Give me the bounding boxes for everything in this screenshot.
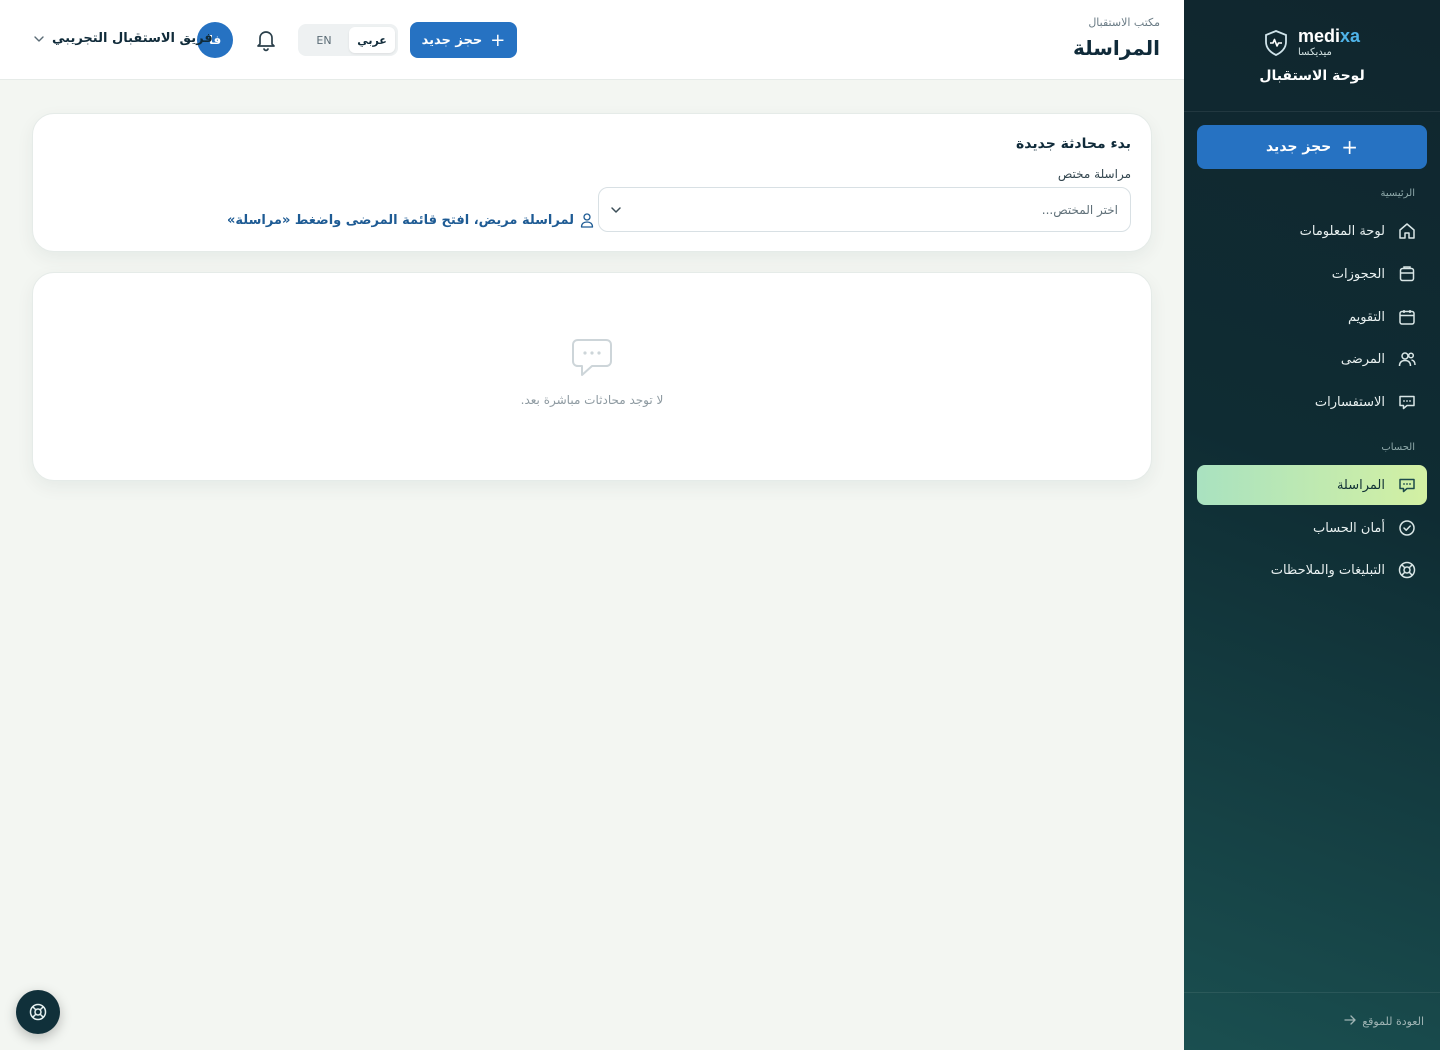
bell-icon[interactable] [254, 27, 278, 53]
conversations-card: لا توجد محادثات مباشرة بعد. [32, 272, 1152, 481]
sidebar-item-label: لوحة المعلومات [1299, 223, 1385, 239]
bookings-icon [1397, 264, 1417, 284]
patients-icon [1397, 349, 1417, 369]
start-conversation-title: بدء محادثة جديدة [1016, 136, 1131, 152]
sidebar-item-label: المراسلة [1336, 477, 1385, 493]
sidebar-item-label: الاستفسارات [1314, 394, 1385, 410]
shield-logo-icon [1265, 29, 1287, 56]
brand-logo[interactable]: medixa ميديكسا [1264, 27, 1360, 58]
chevron-down-icon[interactable] [32, 32, 46, 46]
chat-bubble-icon [572, 339, 612, 376]
sidebar-section-account: الحساب [1381, 442, 1415, 453]
sidebar-item-bookings[interactable]: الحجوزات [1197, 254, 1427, 294]
sidebar-item-messaging[interactable]: المراسلة [1197, 465, 1427, 505]
chat-icon [1397, 392, 1417, 412]
language-switcher: عربي EN [298, 24, 398, 56]
plus-icon: + [490, 29, 506, 51]
breadcrumb: مكتب الاستقبال [1088, 16, 1160, 29]
plus-icon: + [1341, 135, 1359, 159]
start-conversation-card: بدء محادثة جديدة مراسلة مختص اختر المختص… [32, 113, 1152, 252]
sidebar-item-label: التبليغات والملاحظات [1270, 562, 1385, 578]
sidebar-item-label: أمان الحساب [1313, 520, 1385, 536]
empty-state: لا توجد محادثات مباشرة بعد. [33, 337, 1151, 407]
patient-messaging-hint-text: لمراسلة مريض، افتح قائمة المرضى واضغط «م… [227, 212, 575, 228]
empty-state-text: لا توجد محادثات مباشرة بعد. [520, 393, 664, 407]
sidebar: medixa ميديكسا لوحة الاستقبال + حجز جديد… [1184, 0, 1440, 1050]
user-name[interactable]: فريق الاستقبال التجريبي [52, 31, 213, 46]
arrow-left-icon [1344, 1014, 1356, 1029]
back-to-site-label: العودة للموقع [1362, 1015, 1424, 1028]
brand-name-en: medixa [1297, 26, 1361, 46]
sidebar-new-booking-button[interactable]: + حجز جديد [1197, 125, 1427, 169]
calendar-icon [1397, 307, 1417, 327]
back-to-site-link[interactable]: العودة للموقع [1184, 992, 1440, 1050]
page-title: المراسلة [1072, 36, 1160, 60]
sidebar-section-main: الرئيسية [1380, 188, 1415, 199]
home-icon [1397, 221, 1417, 241]
topbar-new-booking-label: حجز جديد [421, 32, 483, 48]
specialist-field-label: مراسلة مختص [1057, 167, 1131, 181]
sidebar-new-booking-label: حجز جديد [1265, 139, 1332, 155]
sidebar-subtitle: لوحة الاستقبال [1259, 68, 1365, 84]
lang-option-ar[interactable]: عربي [349, 27, 395, 53]
sidebar-item-patients[interactable]: المرضى [1197, 339, 1427, 379]
patient-messaging-hint: لمراسلة مريض، افتح قائمة المرضى واضغط «م… [227, 212, 594, 228]
lang-option-en[interactable]: EN [301, 27, 347, 53]
specialist-select[interactable]: اختر المختص... [598, 187, 1131, 232]
sidebar-item-reports-notes[interactable]: التبليغات والملاحظات [1197, 550, 1427, 590]
chat-icon [1397, 475, 1417, 495]
sidebar-item-label: المرضى [1340, 351, 1385, 367]
lifebuoy-icon [29, 1003, 47, 1021]
sidebar-item-calendar[interactable]: التقويم [1197, 297, 1427, 337]
topbar-new-booking-button[interactable]: + حجز جديد [410, 22, 517, 58]
check-circle-icon [1397, 518, 1417, 538]
app-root: medixa ميديكسا لوحة الاستقبال + حجز جديد… [0, 0, 1440, 1050]
sidebar-item-label: الحجوزات [1331, 266, 1385, 282]
specialist-select-value: اختر المختص... [1041, 202, 1118, 217]
sidebar-item-inquiries[interactable]: الاستفسارات [1197, 382, 1427, 422]
topbar: مكتب الاستقبال المراسلة + حجز جديد عربي … [0, 0, 1184, 80]
help-floating-button[interactable] [16, 990, 60, 1034]
chevron-down-icon [611, 206, 621, 213]
brand: medixa ميديكسا لوحة الاستقبال [1184, 0, 1440, 112]
lifebuoy-icon [1397, 560, 1417, 580]
user-icon [580, 213, 594, 228]
brand-name-ar: ميديكسا [1297, 47, 1332, 58]
sidebar-item-dashboard[interactable]: لوحة المعلومات [1197, 211, 1427, 251]
sidebar-item-account-security[interactable]: أمان الحساب [1197, 508, 1427, 548]
sidebar-item-label: التقويم [1347, 309, 1385, 325]
